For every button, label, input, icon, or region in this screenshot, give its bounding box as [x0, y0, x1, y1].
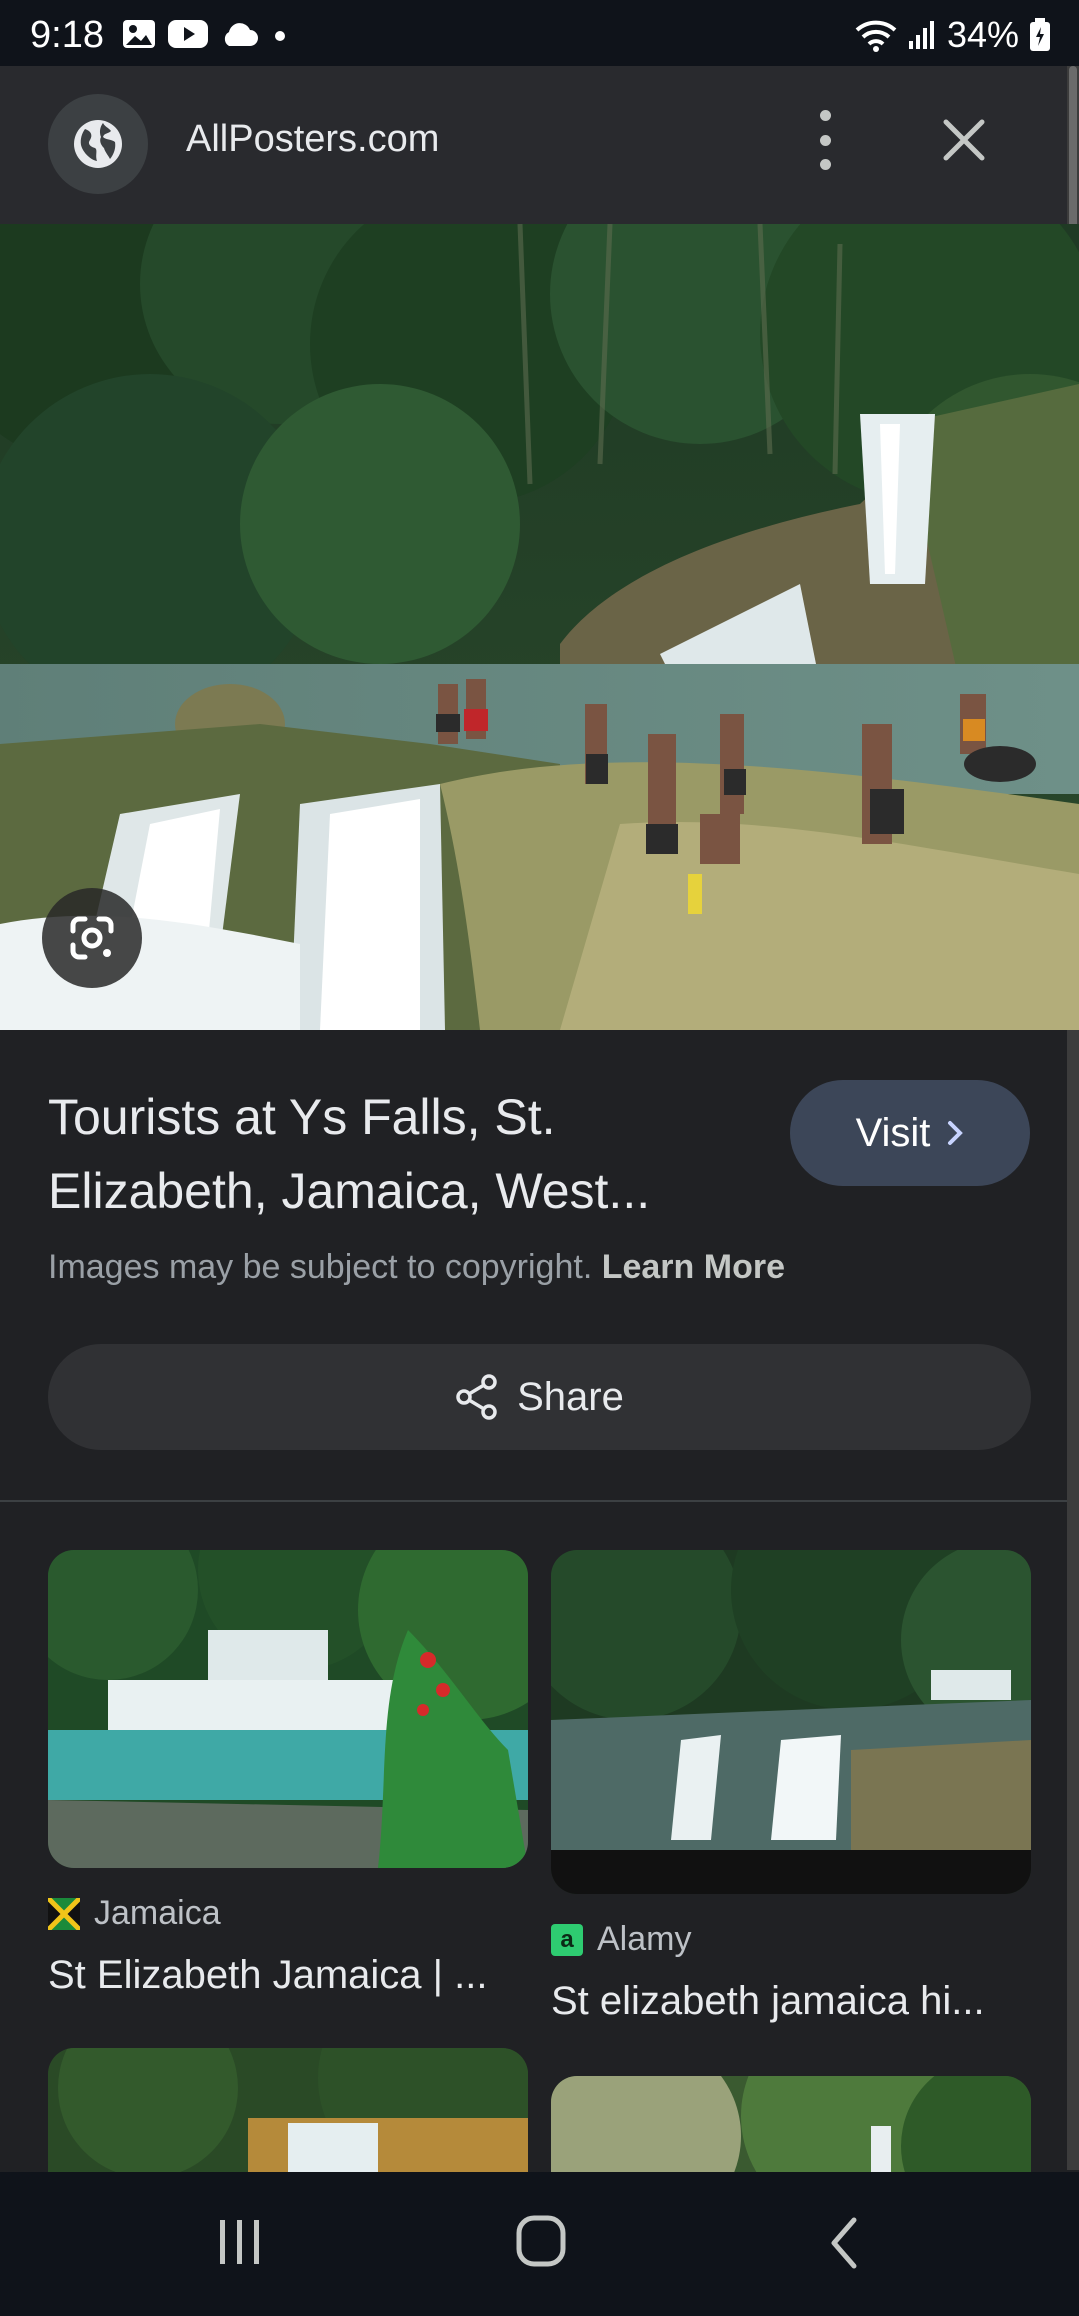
learn-more-link[interactable]: Learn More: [602, 1248, 785, 1286]
site-favicon[interactable]: [48, 94, 148, 194]
source-name: Alamy: [597, 1920, 692, 1958]
image-title: Tourists at Ys Falls, St. Elizabeth, Jam…: [48, 1089, 651, 1219]
notification-icons: [122, 18, 290, 50]
battery-icon: [1030, 18, 1050, 51]
visit-label: Visit: [855, 1110, 931, 1155]
related-thumbnail[interactable]: [551, 1550, 1031, 1894]
lens-search-button[interactable]: [42, 888, 142, 988]
system-nav-bar: [0, 2172, 1079, 2316]
gallery-icon: [123, 20, 155, 48]
source-row: Jamaica: [48, 1894, 528, 1933]
related-caption[interactable]: St elizabeth jamaica hi...: [551, 1979, 1031, 2024]
related-image-card[interactable]: [48, 2048, 528, 2172]
recent-apps-icon[interactable]: [215, 2216, 265, 2268]
related-thumbnail[interactable]: [48, 2048, 528, 2172]
related-image-card[interactable]: Jamaica St Elizabeth Jamaica | ...: [48, 1550, 528, 1998]
source-row: a Alamy: [551, 1920, 1031, 1959]
wifi-icon: [855, 20, 897, 52]
home-icon[interactable]: [515, 2214, 567, 2268]
more-vert-icon[interactable]: [805, 110, 845, 170]
related-thumbnail[interactable]: [48, 1550, 528, 1868]
share-button[interactable]: Share: [48, 1344, 1031, 1450]
chevron-right-icon: [948, 1121, 964, 1145]
battery-percent: 34%: [946, 14, 1019, 55]
hero-image[interactable]: [0, 224, 1079, 1030]
clock: 9:18: [30, 14, 104, 56]
signal-icon: [908, 21, 934, 49]
divider: [0, 1500, 1067, 1502]
cloud-icon: [224, 23, 258, 46]
share-icon: [456, 1374, 497, 1420]
copyright-text: Images may be subject to copyright.: [48, 1248, 593, 1286]
related-caption[interactable]: St Elizabeth Jamaica | ...: [48, 1953, 528, 1998]
globe-icon: [74, 120, 122, 168]
close-icon[interactable]: [940, 116, 988, 169]
site-name[interactable]: AllPosters.com: [186, 118, 439, 161]
google-lens-icon: [70, 916, 114, 960]
youtube-icon: [168, 20, 208, 48]
dot-icon: [275, 31, 285, 41]
jamaica-flag-icon: [48, 1897, 80, 1930]
back-icon[interactable]: [826, 2216, 860, 2270]
related-image-card[interactable]: a Alamy St elizabeth jamaica hi...: [551, 1550, 1031, 2024]
copyright-notice: Images may be subject to copyright. Lear…: [48, 1248, 785, 1287]
status-bar: 9:18 34%: [0, 0, 1079, 66]
site-header: AllPosters.com: [0, 66, 1067, 224]
alamy-favicon-icon: a: [551, 1923, 583, 1956]
share-label: Share: [517, 1374, 624, 1419]
related-thumbnail[interactable]: [551, 2076, 1031, 2172]
visit-button[interactable]: Visit: [790, 1080, 1030, 1186]
related-image-card[interactable]: [551, 2076, 1031, 2172]
source-name: Jamaica: [94, 1894, 221, 1932]
